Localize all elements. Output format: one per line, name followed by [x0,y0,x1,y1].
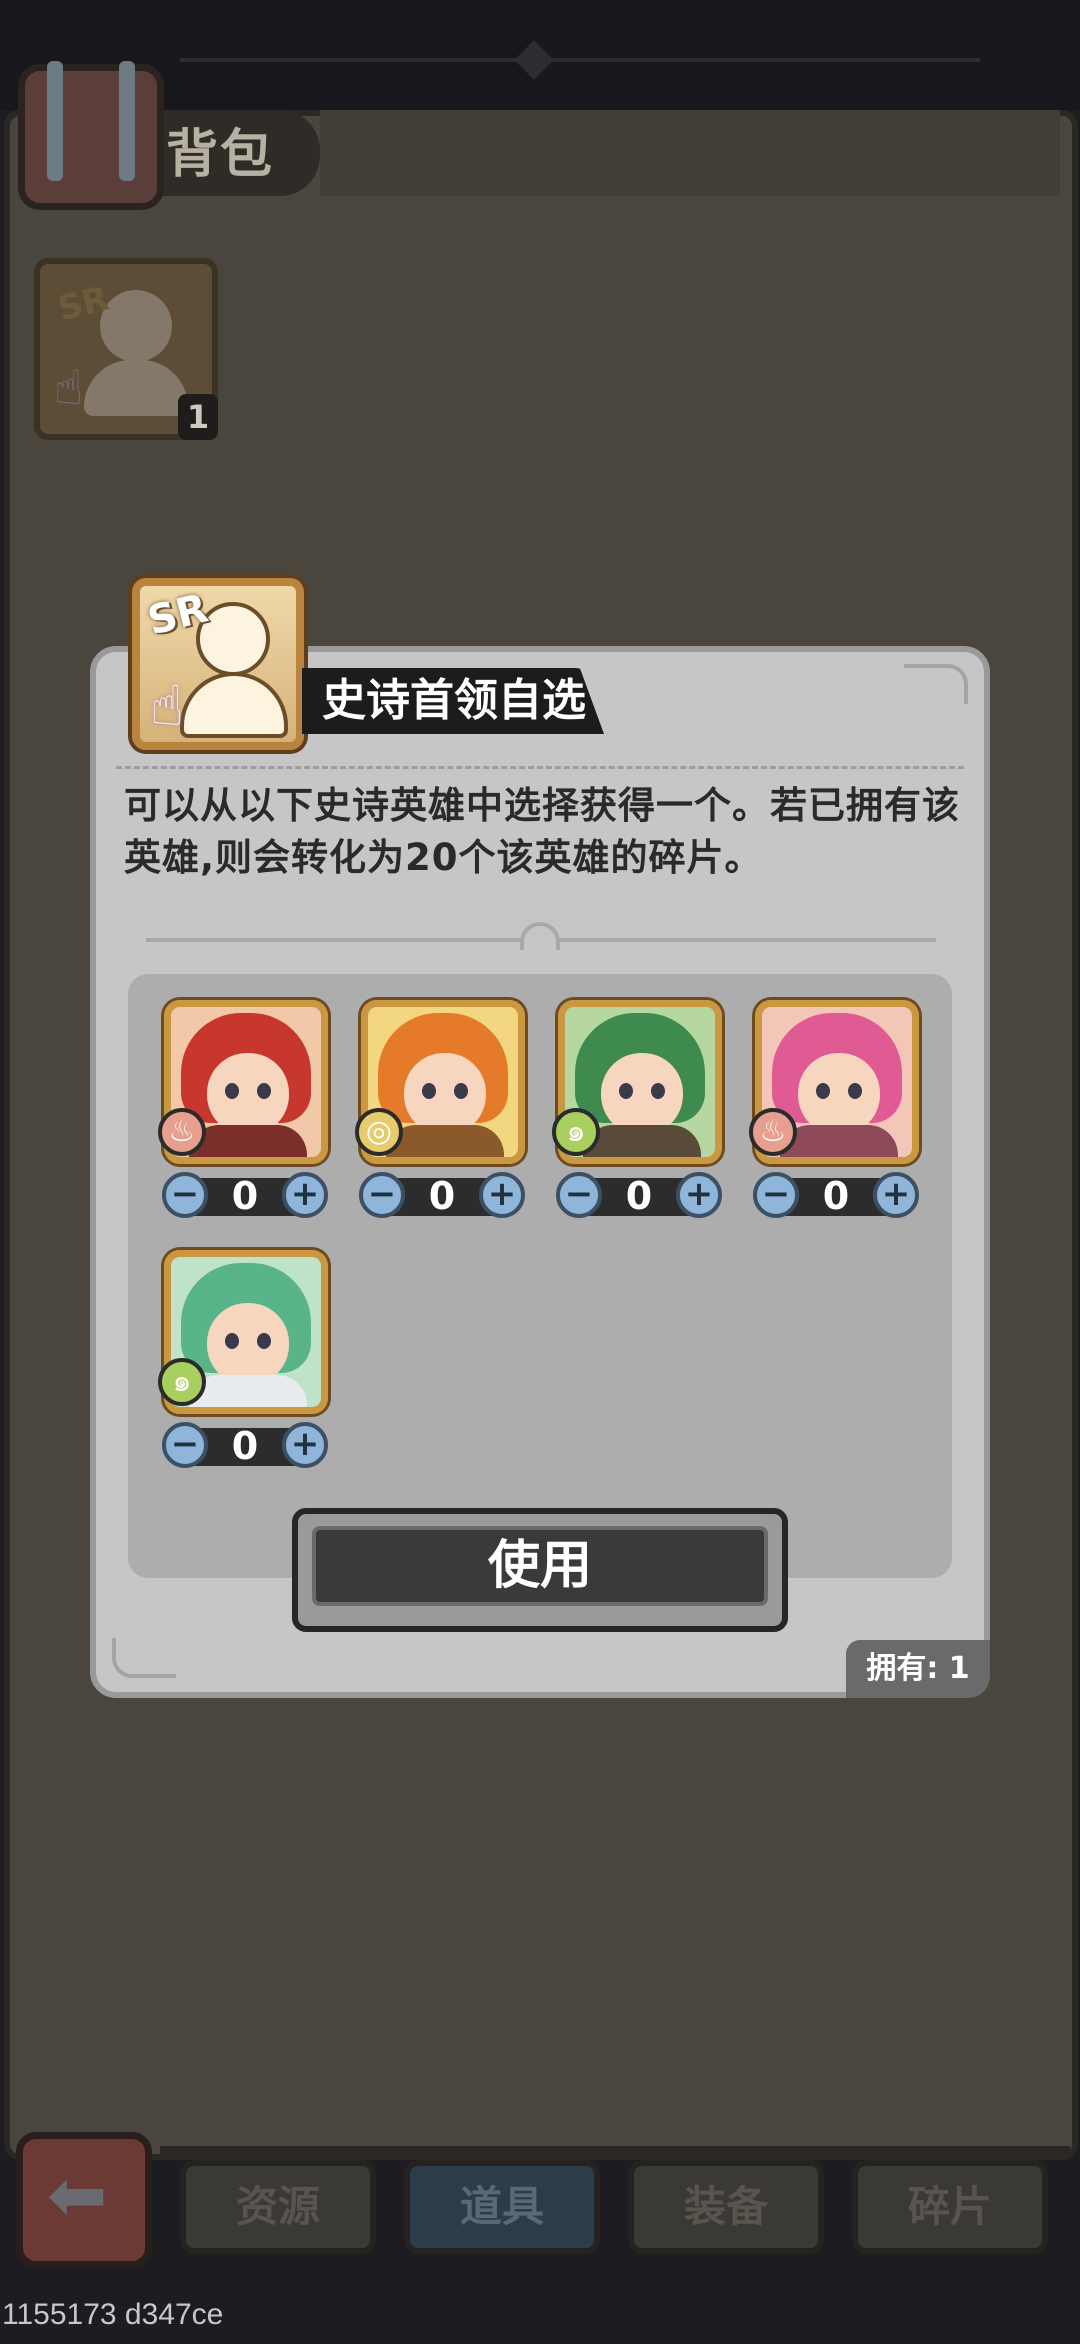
hero-body [583,1125,701,1157]
quantity-stepper: − 0 + [556,1172,722,1220]
quantity-value: 0 [231,1174,259,1218]
quantity-stepper: − 0 + [359,1172,525,1220]
minus-button[interactable]: − [162,1422,208,1468]
minus-button[interactable]: − [162,1172,208,1218]
hero-body [189,1375,307,1407]
hero-eye [651,1083,665,1099]
top-decoration [180,58,980,62]
wind-element-icon: ๑ [158,1358,206,1406]
fire-element-icon: ♨ [749,1108,797,1156]
hero-face [798,1053,880,1135]
bag-title: 背包 [166,125,275,185]
quantity-stepper: − 0 + [162,1422,328,1470]
hero-face [404,1053,486,1135]
hero-eye [848,1083,862,1099]
owned-count-badge: 拥有: 1 [846,1640,990,1698]
hero-eye [257,1083,271,1099]
quantity-value: 0 [231,1424,259,1468]
item-count: 1 [178,394,218,440]
plus-button[interactable]: + [282,1422,328,1468]
tab-equipment[interactable]: 装备 [628,2160,824,2254]
corner-ornament [112,1638,176,1678]
hand-pointer-icon: ☝ [150,674,185,739]
tab-resources[interactable]: 资源 [180,2160,376,2254]
use-button-label: 使用 [487,1536,592,1596]
hero-eye [619,1083,633,1099]
arrow-left-icon: ⬅ [47,2153,108,2237]
minus-button[interactable]: − [359,1172,405,1218]
description-line: 英雄,则会转化为20个该英雄的碎片。 [124,836,763,879]
bag-header-strip [320,110,1060,196]
back-button[interactable]: ⬅ [16,2132,152,2268]
tab-items[interactable]: 道具 [404,2160,600,2254]
quantity-value: 0 [822,1174,850,1218]
plus-button[interactable]: + [282,1172,328,1218]
hero-face [207,1053,289,1135]
wind-element-icon: ๑ [552,1108,600,1156]
hero-eye [454,1083,468,1099]
quantity-stepper: − 0 + [753,1172,919,1220]
dialog-description: 可以从以下史诗英雄中选择获得一个。若已拥有该 英雄,则会转化为20个该英雄的碎片… [124,780,964,884]
hero-face [207,1303,289,1385]
dialog-title: 史诗首领自选 [322,675,586,726]
minus-button[interactable]: − [753,1172,799,1218]
quantity-value: 0 [428,1174,456,1218]
fire-element-icon: ♨ [158,1108,206,1156]
placeholder-body-icon [180,672,288,738]
corner-ornament [904,664,968,704]
hero-eye [225,1333,239,1349]
dialog-item-icon: SR ☝ [132,578,304,750]
hero-body [189,1125,307,1157]
plus-button[interactable]: + [873,1172,919,1218]
hero-face [601,1053,683,1135]
backpack-icon [18,61,164,210]
plus-button[interactable]: + [676,1172,722,1218]
minus-button[interactable]: − [556,1172,602,1218]
hero-body [780,1125,898,1157]
use-button[interactable]: 使用 [292,1508,788,1632]
quantity-stepper: − 0 + [162,1172,328,1220]
debug-id-text: 1155173 d347ce [2,2298,224,2331]
earth-element-icon: ◎ [355,1108,403,1156]
dashed-divider [116,766,964,769]
tab-fragments[interactable]: 碎片 [852,2160,1048,2254]
description-line: 可以从以下史诗英雄中选择获得一个。若已拥有该 [124,784,960,827]
hero-eye [225,1083,239,1099]
hero-eye [422,1083,436,1099]
hand-pointer-icon: ☝ [54,360,84,416]
hero-eye [257,1333,271,1349]
quantity-value: 0 [625,1174,653,1218]
placeholder-head-icon [100,290,172,362]
placeholder-body-icon [84,360,188,416]
hero-body [386,1125,504,1157]
plus-button[interactable]: + [479,1172,525,1218]
hero-eye [816,1083,830,1099]
tabbar-rail [160,2146,1070,2154]
